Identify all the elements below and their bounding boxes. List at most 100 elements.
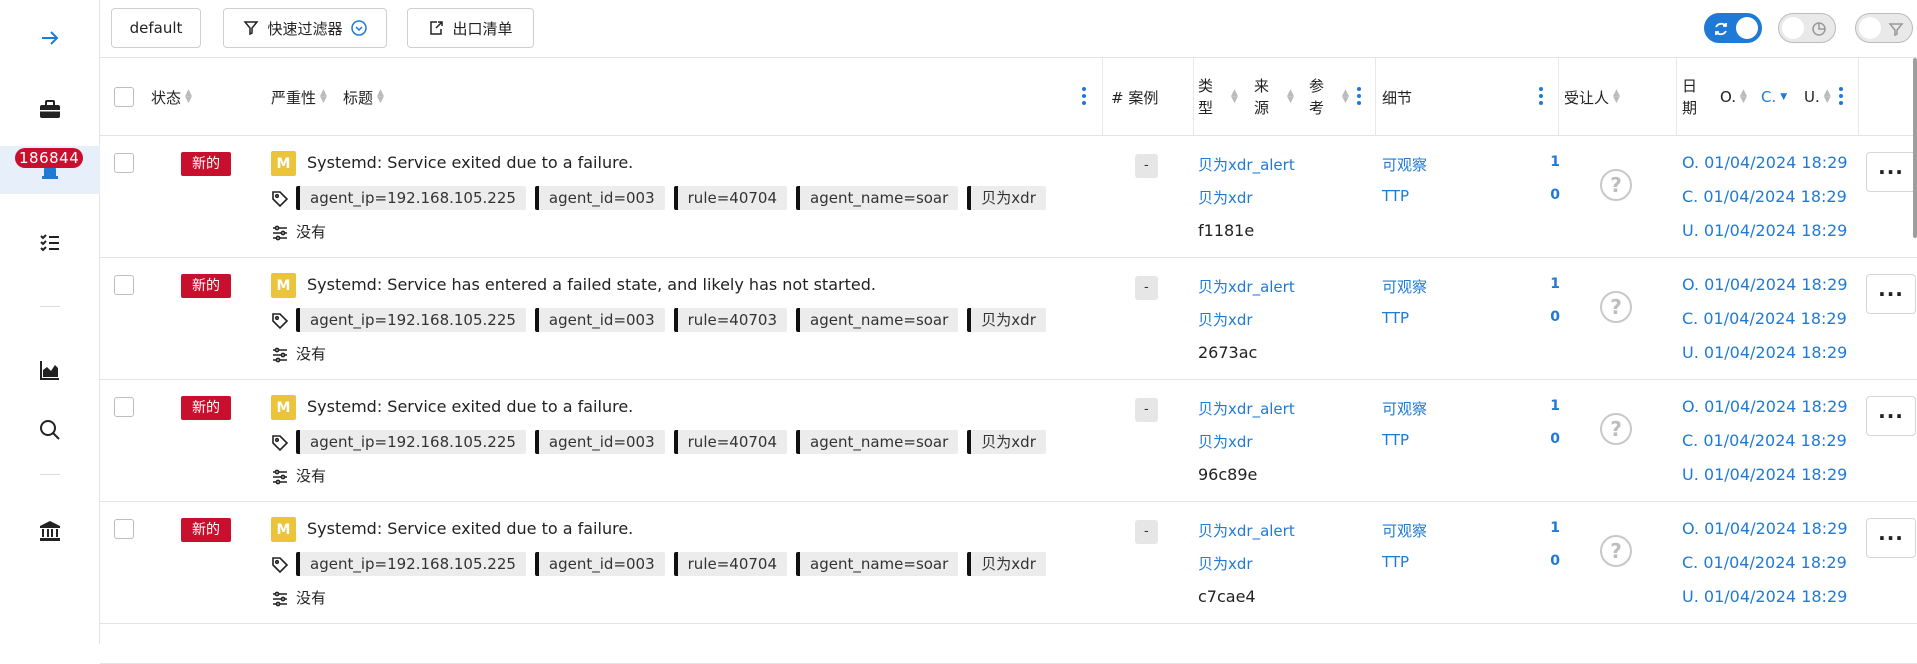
alert-title[interactable]: Systemd: Service exited due to a failure… bbox=[307, 519, 633, 538]
alert-type-link[interactable]: 贝为xdr_alert bbox=[1198, 154, 1295, 175]
tag-chip[interactable]: rule=40703 bbox=[673, 308, 787, 332]
alert-type-link[interactable]: 贝为xdr_alert bbox=[1198, 520, 1295, 541]
unassigned-avatar-icon[interactable]: ? bbox=[1600, 535, 1632, 567]
unassigned-avatar-icon[interactable]: ? bbox=[1600, 413, 1632, 445]
alert-title[interactable]: Systemd: Service has entered a failed st… bbox=[307, 275, 876, 294]
tag-chip[interactable]: agent_ip=192.168.105.225 bbox=[296, 552, 526, 576]
more-horizontal-icon: ··· bbox=[1878, 282, 1904, 306]
ttp-count[interactable]: 0 bbox=[1540, 309, 1560, 325]
row-actions-button[interactable]: ··· bbox=[1866, 518, 1916, 558]
ttp-count[interactable]: 0 bbox=[1540, 187, 1560, 203]
alert-type-link[interactable]: 贝为xdr_alert bbox=[1198, 398, 1295, 419]
alert-title[interactable]: Systemd: Service exited due to a failure… bbox=[307, 153, 633, 172]
column-severity[interactable]: 严重性 ▲ ▼ bbox=[271, 58, 327, 136]
tag-chip[interactable]: 贝为xdr bbox=[967, 430, 1046, 454]
tag-chip[interactable]: rule=40704 bbox=[673, 186, 787, 210]
tag-chip[interactable]: agent_name=soar bbox=[796, 186, 959, 210]
column-date[interactable]: 日期 bbox=[1682, 58, 1697, 136]
column-assignee[interactable]: 受让人 ▲ ▼ bbox=[1564, 58, 1620, 136]
auto-refresh-toggle[interactable] bbox=[1704, 13, 1762, 43]
filters-toggle[interactable] bbox=[1855, 13, 1913, 43]
column-title[interactable]: 标题 ▲ ▼ bbox=[343, 58, 384, 136]
observables-count[interactable]: 1 bbox=[1540, 520, 1560, 536]
column-menu-icon[interactable] bbox=[1539, 87, 1543, 107]
observables-count[interactable]: 1 bbox=[1540, 398, 1560, 414]
ttp-link[interactable]: TTP bbox=[1382, 309, 1409, 327]
tag-chip[interactable]: rule=40704 bbox=[673, 430, 787, 454]
row-checkbox[interactable] bbox=[114, 275, 134, 295]
alert-type-link[interactable]: 贝为xdr_alert bbox=[1198, 276, 1295, 297]
alert-source-link[interactable]: 贝为xdr bbox=[1198, 187, 1253, 208]
tag-chip[interactable]: agent_ip=192.168.105.225 bbox=[296, 430, 526, 454]
row-actions-button[interactable]: ··· bbox=[1866, 152, 1916, 192]
alert-source-link[interactable]: 贝为xdr bbox=[1198, 431, 1253, 452]
row-checkbox[interactable] bbox=[114, 397, 134, 417]
tag-chip[interactable]: agent_ip=192.168.105.225 bbox=[296, 308, 526, 332]
column-menu-icon[interactable] bbox=[1839, 87, 1843, 107]
stats-toggle[interactable] bbox=[1778, 13, 1836, 43]
ttp-link[interactable]: TTP bbox=[1382, 553, 1409, 571]
checkbox[interactable] bbox=[114, 87, 134, 107]
tag-chip[interactable]: 贝为xdr bbox=[967, 186, 1046, 210]
column-status[interactable]: 状态 ▲ ▼ bbox=[151, 58, 192, 136]
scrollbar[interactable] bbox=[1913, 58, 1917, 238]
column-source[interactable]: 来源 ▲ ▼ bbox=[1254, 58, 1294, 136]
ttp-link[interactable]: TTP bbox=[1382, 431, 1409, 449]
sidebar-item-organisation[interactable] bbox=[0, 507, 100, 555]
column-cases[interactable]: # 案例 bbox=[1111, 58, 1158, 136]
column-date-created[interactable]: C. ▼ bbox=[1761, 58, 1787, 136]
tag-chip[interactable]: agent_id=003 bbox=[534, 186, 665, 210]
ttp-link[interactable]: TTP bbox=[1382, 187, 1409, 205]
column-type[interactable]: 类型 ▲ ▼ bbox=[1198, 58, 1238, 136]
ttp-count[interactable]: 0 bbox=[1540, 553, 1560, 569]
sidebar-item-cases[interactable] bbox=[0, 86, 100, 134]
tag-chip[interactable]: agent_name=soar bbox=[796, 430, 959, 454]
observables-count[interactable]: 1 bbox=[1540, 154, 1560, 170]
observables-count[interactable]: 1 bbox=[1540, 276, 1560, 292]
sidebar-item-dashboards[interactable] bbox=[0, 346, 100, 394]
row-checkbox[interactable] bbox=[114, 153, 134, 173]
column-menu-icon[interactable] bbox=[1357, 87, 1361, 107]
tag-chip[interactable]: agent_id=003 bbox=[534, 308, 665, 332]
column-date-label-1: 日 bbox=[1682, 77, 1698, 95]
table-row[interactable]: 新的 M Systemd: Service exited due to a fa… bbox=[100, 502, 1917, 624]
select-all-checkbox[interactable] bbox=[114, 58, 134, 136]
alert-source-link[interactable]: 贝为xdr bbox=[1198, 309, 1253, 330]
tag-chip[interactable]: agent_name=soar bbox=[796, 552, 959, 576]
column-date-opened[interactable]: O. ▲ ▼ bbox=[1720, 58, 1747, 136]
unassigned-avatar-icon[interactable]: ? bbox=[1600, 291, 1632, 323]
alert-source-link[interactable]: 贝为xdr bbox=[1198, 553, 1253, 574]
quick-filter-button[interactable]: 快速过滤器 bbox=[223, 8, 387, 48]
observables-link[interactable]: 可观察 bbox=[1382, 276, 1427, 297]
row-actions-button[interactable]: ··· bbox=[1866, 396, 1916, 436]
table-row[interactable]: 新的 M Systemd: Service exited due to a fa… bbox=[100, 380, 1917, 502]
table-row[interactable] bbox=[100, 624, 1917, 664]
ttp-count[interactable]: 0 bbox=[1540, 431, 1560, 447]
tag-chip[interactable]: agent_id=003 bbox=[534, 430, 665, 454]
observables-link[interactable]: 可观察 bbox=[1382, 520, 1427, 541]
table-row[interactable]: 新的 M Systemd: Service exited due to a fa… bbox=[100, 136, 1917, 258]
sidebar-item-expand[interactable] bbox=[0, 14, 100, 62]
column-reference[interactable]: 参考 ▲ ▼ bbox=[1309, 58, 1349, 136]
column-details[interactable]: 细节 bbox=[1382, 58, 1412, 136]
alert-title[interactable]: Systemd: Service exited due to a failure… bbox=[307, 397, 633, 416]
bank-icon bbox=[40, 521, 60, 541]
column-date-updated[interactable]: U. ▲ ▼ bbox=[1804, 58, 1831, 136]
row-actions-button[interactable]: ··· bbox=[1866, 274, 1916, 314]
tag-chip[interactable]: agent_name=soar bbox=[796, 308, 959, 332]
row-checkbox[interactable] bbox=[114, 519, 134, 539]
tag-chip[interactable]: rule=40704 bbox=[673, 552, 787, 576]
observables-link[interactable]: 可观察 bbox=[1382, 398, 1427, 419]
sidebar-item-tasks[interactable] bbox=[0, 218, 100, 266]
observables-link[interactable]: 可观察 bbox=[1382, 154, 1427, 175]
tag-chip[interactable]: agent_ip=192.168.105.225 bbox=[296, 186, 526, 210]
tag-chip[interactable]: 贝为xdr bbox=[967, 552, 1046, 576]
view-select-button[interactable]: default bbox=[111, 8, 201, 48]
column-menu-icon[interactable] bbox=[1082, 87, 1086, 107]
sidebar-item-search[interactable] bbox=[0, 406, 100, 454]
tag-chip[interactable]: agent_id=003 bbox=[534, 552, 665, 576]
export-list-button[interactable]: 出口清单 bbox=[407, 8, 534, 48]
table-row[interactable]: 新的 M Systemd: Service has entered a fail… bbox=[100, 258, 1917, 380]
tag-chip[interactable]: 贝为xdr bbox=[967, 308, 1046, 332]
unassigned-avatar-icon[interactable]: ? bbox=[1600, 169, 1632, 201]
